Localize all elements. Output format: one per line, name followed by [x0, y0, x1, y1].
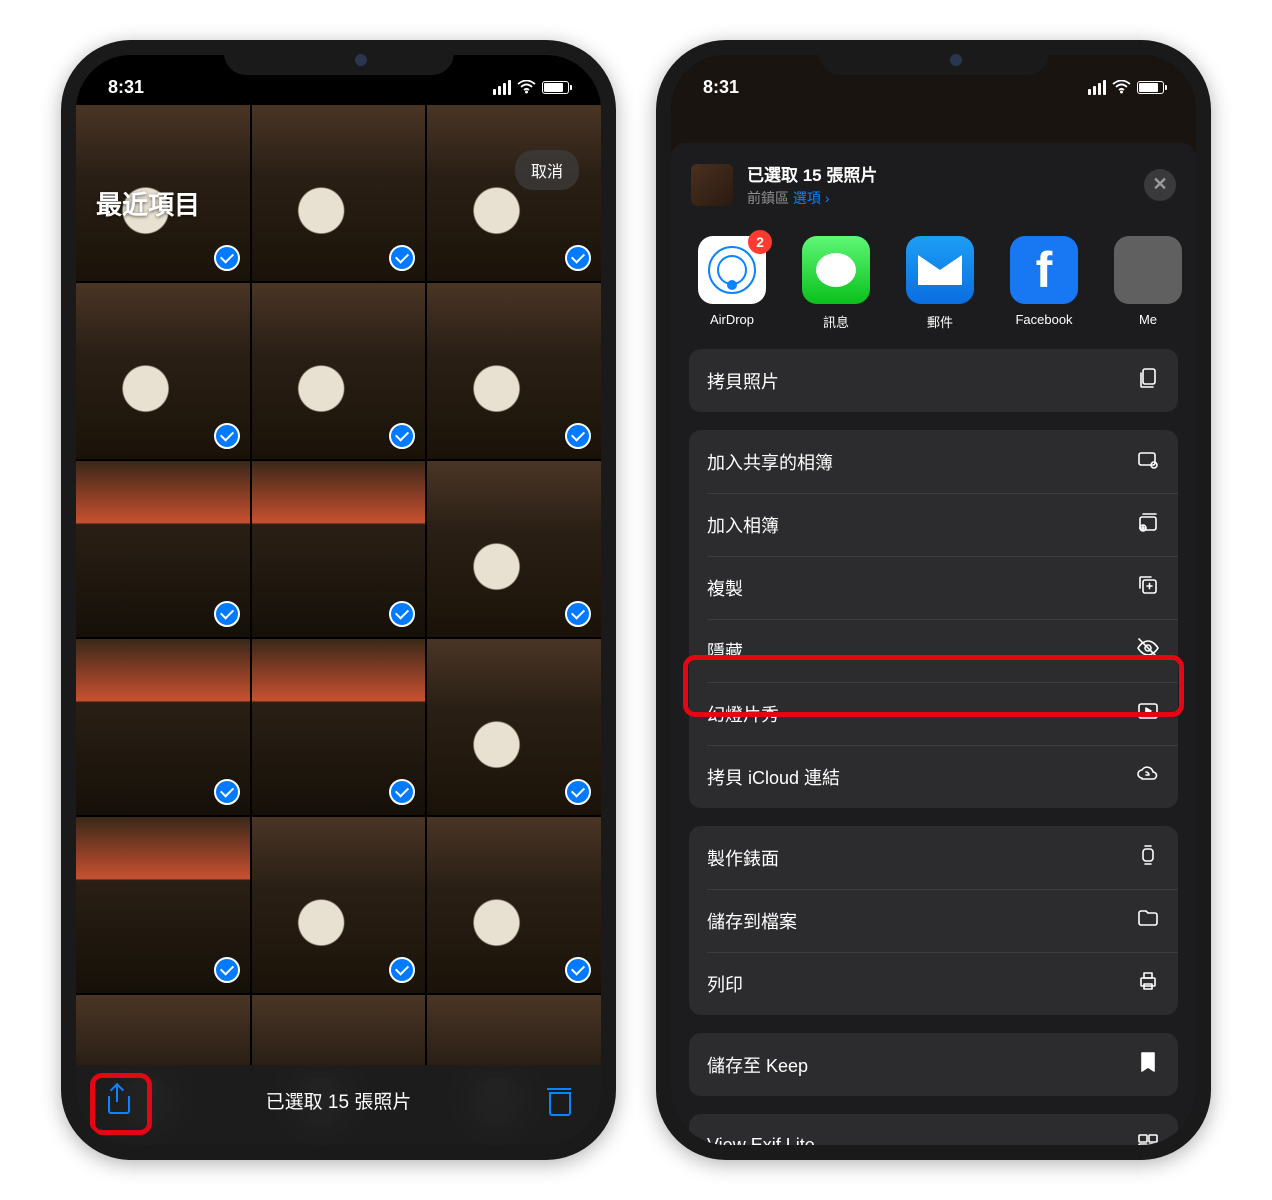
highlight-hide	[683, 655, 1184, 717]
photo-thumb[interactable]	[252, 461, 426, 637]
facebook-icon	[1010, 236, 1078, 304]
clock: 8:31	[703, 77, 739, 98]
clock: 8:31	[108, 77, 144, 98]
selected-check-icon	[389, 245, 415, 271]
action-save-files[interactable]: 儲存到檔案	[689, 889, 1178, 952]
sheet-subtitle: 前鎮區 選項›	[747, 188, 1130, 208]
photo-thumb[interactable]	[427, 461, 601, 637]
action-copy-photo[interactable]: 拷貝照片	[689, 349, 1178, 412]
phone-frame-left: 8:31 最近項目	[61, 40, 616, 1160]
cancel-button[interactable]: 取消	[515, 150, 579, 190]
photo-thumb[interactable]	[427, 817, 601, 993]
photo-thumb[interactable]	[252, 639, 426, 815]
duplicate-icon	[1136, 573, 1160, 602]
camera-dot	[355, 54, 367, 66]
more-icon	[1114, 236, 1182, 304]
folder-icon	[1136, 906, 1160, 935]
selected-check-icon	[214, 245, 240, 271]
airdrop-icon: 2	[698, 236, 766, 304]
messages-icon	[802, 236, 870, 304]
action-add-album[interactable]: 加入相簿	[689, 493, 1178, 556]
action-view-exif[interactable]: View Exif Lite	[689, 1114, 1178, 1145]
share-sheet: 已選取 15 張照片 前鎮區 選項› ✕ 2 AirDrop 訊息	[671, 143, 1196, 1145]
app-mail[interactable]: 郵件	[899, 236, 981, 331]
photo-thumb[interactable]	[427, 105, 601, 281]
selected-check-icon	[214, 957, 240, 983]
status-bar: 8:31	[671, 67, 1196, 107]
selected-check-icon	[565, 957, 591, 983]
photo-thumb[interactable]	[76, 817, 250, 993]
camera-dot	[950, 54, 962, 66]
selected-check-icon	[565, 423, 591, 449]
sheet-header: 已選取 15 張照片 前鎮區 選項› ✕	[671, 143, 1196, 226]
selection-count: 已選取 15 張照片	[266, 1087, 412, 1114]
selected-check-icon	[214, 779, 240, 805]
app-airdrop[interactable]: 2 AirDrop	[691, 236, 773, 331]
print-icon	[1136, 969, 1160, 998]
share-apps-row[interactable]: 2 AirDrop 訊息 郵件 Facebook Me	[671, 226, 1196, 349]
close-button[interactable]: ✕	[1144, 169, 1176, 201]
screen-right: 8:31 已選取 15 張照片 前鎮區 選項› ✕	[671, 55, 1196, 1145]
wifi-icon	[517, 80, 536, 94]
header-thumbnail	[691, 164, 733, 206]
app-facebook[interactable]: Facebook	[1003, 236, 1085, 331]
selected-check-icon	[389, 601, 415, 627]
selected-check-icon	[389, 957, 415, 983]
action-save-keep[interactable]: 儲存至 Keep	[689, 1033, 1178, 1096]
status-icons	[493, 80, 569, 95]
battery-icon	[1137, 81, 1164, 94]
selected-check-icon	[214, 423, 240, 449]
selected-check-icon	[214, 601, 240, 627]
options-link[interactable]: 選項›	[793, 190, 830, 206]
sheet-title: 已選取 15 張照片	[747, 161, 1130, 186]
photo-thumb[interactable]	[427, 283, 601, 459]
battery-icon	[542, 81, 569, 94]
selected-check-icon	[565, 245, 591, 271]
copy-icon	[1136, 366, 1160, 395]
exif-icon	[1136, 1131, 1160, 1145]
shared-album-icon	[1136, 447, 1160, 476]
wifi-icon	[1112, 80, 1131, 94]
photo-thumb[interactable]	[252, 283, 426, 459]
selected-check-icon	[565, 601, 591, 627]
mail-icon	[906, 236, 974, 304]
watch-icon	[1136, 843, 1160, 872]
album-title: 最近項目	[96, 185, 200, 222]
photo-thumb[interactable]	[76, 639, 250, 815]
action-duplicate[interactable]: 複製	[689, 556, 1178, 619]
bookmark-icon	[1136, 1050, 1160, 1079]
bottom-toolbar: 已選取 15 張照片	[76, 1065, 601, 1145]
action-watch-face[interactable]: 製作錶面	[689, 826, 1178, 889]
action-shared-album[interactable]: 加入共享的相簿	[689, 430, 1178, 493]
status-icons	[1088, 80, 1164, 95]
app-messages[interactable]: 訊息	[795, 236, 877, 331]
photo-thumb[interactable]	[252, 105, 426, 281]
screen-left: 8:31 最近項目	[76, 55, 601, 1145]
phone-frame-right: 8:31 已選取 15 張照片 前鎮區 選項› ✕	[656, 40, 1211, 1160]
selected-check-icon	[565, 779, 591, 805]
selected-check-icon	[389, 423, 415, 449]
app-more[interactable]: Me	[1107, 236, 1189, 331]
cellular-icon	[1088, 80, 1106, 95]
trash-icon[interactable]	[545, 1086, 573, 1114]
photo-thumb[interactable]	[76, 283, 250, 459]
status-bar: 8:31	[76, 67, 601, 107]
action-print[interactable]: 列印	[689, 952, 1178, 1015]
action-icloud-link[interactable]: 拷貝 iCloud 連結	[689, 745, 1178, 808]
icloud-link-icon	[1136, 762, 1160, 791]
photo-thumb[interactable]	[427, 639, 601, 815]
photo-thumb[interactable]	[252, 817, 426, 993]
photo-thumb[interactable]	[76, 461, 250, 637]
cellular-icon	[493, 80, 511, 95]
actions-list: 拷貝照片 加入共享的相簿 加入相簿 複製 隱藏 幻燈片秀 拷貝 iCloud 連…	[671, 349, 1196, 1145]
highlight-share	[90, 1073, 152, 1135]
selected-check-icon	[389, 779, 415, 805]
airdrop-badge: 2	[748, 230, 772, 254]
add-album-icon	[1136, 510, 1160, 539]
